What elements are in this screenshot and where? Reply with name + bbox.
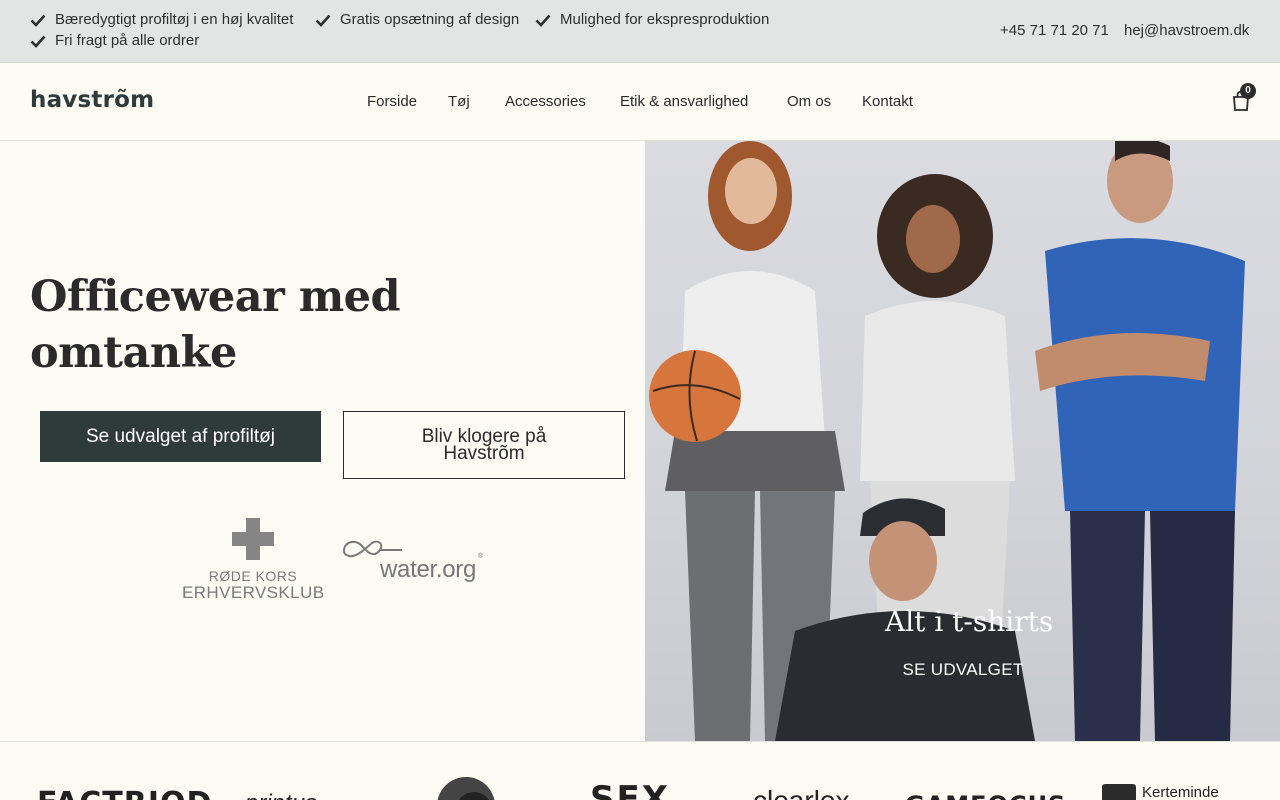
hero-section: Officewear med omtanke Se udvalget af pr… — [0, 141, 645, 741]
usp-text: Fri fragt på alle ordrer — [55, 32, 200, 49]
brand-logo-row: FACTRIOD printus SEX clearlex GAMEOCUS K… — [0, 741, 1280, 800]
usp-item: Fri fragt på alle ordrer — [30, 32, 199, 49]
rode-kors-text: RØDE KORS — [208, 568, 298, 584]
brand-logo-sex: SEX — [590, 779, 670, 800]
nav-item-om-os[interactable]: Om os — [787, 93, 831, 110]
brand-logo-kerteminde: Kerteminde — [1142, 784, 1219, 800]
brand-logo-factriod: FACTRIOD — [37, 786, 212, 800]
nav-item-toj[interactable]: Tøj — [448, 93, 470, 110]
nav-item-kontakt[interactable]: Kontakt — [862, 93, 913, 110]
models-in-tshirts-image — [649, 141, 1245, 741]
usp-text: Gratis opsætning af design — [340, 11, 520, 28]
brand-logo-circle-icon — [437, 777, 495, 800]
registered-mark-icon: ® — [478, 553, 484, 560]
see-collection-link[interactable]: SE UDVALGET — [885, 660, 1041, 680]
nav-item-accessories[interactable]: Accessories — [505, 93, 586, 110]
site-header: havstrõm Forside Tøj Accessories Etik & … — [0, 63, 1280, 141]
hero-photo[interactable]: Alt i t-shirts SE UDVALGET — [645, 141, 1280, 741]
usp-item: Mulighed for ekspresproduktion — [535, 11, 769, 28]
checkmark-icon — [535, 14, 551, 27]
usp-item: Gratis opsætning af design — [315, 11, 519, 28]
hero-caption: Alt i t-shirts — [885, 605, 1054, 638]
nav-item-etik[interactable]: Etik & ansvarlighed — [620, 93, 748, 110]
checkmark-icon — [30, 14, 46, 27]
cart-count-badge: 0 — [1240, 83, 1256, 99]
brand-logo-badge-icon — [1102, 784, 1136, 800]
checkmark-icon — [315, 14, 331, 27]
email-link[interactable]: hej@havstroem.dk — [1124, 22, 1249, 39]
checkmark-icon — [30, 35, 46, 48]
shop-profiltoj-button[interactable]: Se udvalget af profiltøj — [40, 411, 321, 462]
usp-text: Bæredygtigt profiltøj i en høj kvalitet — [55, 11, 294, 28]
brand-logo-clearlex: clearlex — [753, 785, 849, 800]
brand-logo-printus: printus — [245, 790, 317, 800]
top-bar: Bæredygtigt profiltøj i en høj kvalitet … — [0, 0, 1280, 63]
water-org-text: water.org — [380, 556, 477, 583]
learn-more-button[interactable]: Bliv klogere på Havstrõm — [343, 411, 625, 479]
site-logo[interactable]: havstrõm — [30, 87, 154, 113]
usp-item: Bæredygtigt profiltøj i en høj kvalitet — [30, 11, 293, 28]
erhvervsklub-text: ERHVERVSKLUB — [182, 583, 325, 602]
hero-title: Officewear med omtanke — [30, 272, 401, 378]
brand-logo-gameocus: GAMEOCUS — [905, 791, 1066, 800]
nav-item-forside[interactable]: Forside — [367, 93, 417, 110]
phone-link[interactable]: +45 71 71 20 71 — [1000, 22, 1109, 39]
red-cross-icon — [232, 518, 274, 560]
rode-kors-logo: RØDE KORS ERHVERVSKLUB — [182, 518, 324, 602]
usp-text: Mulighed for ekspresproduktion — [560, 11, 770, 28]
